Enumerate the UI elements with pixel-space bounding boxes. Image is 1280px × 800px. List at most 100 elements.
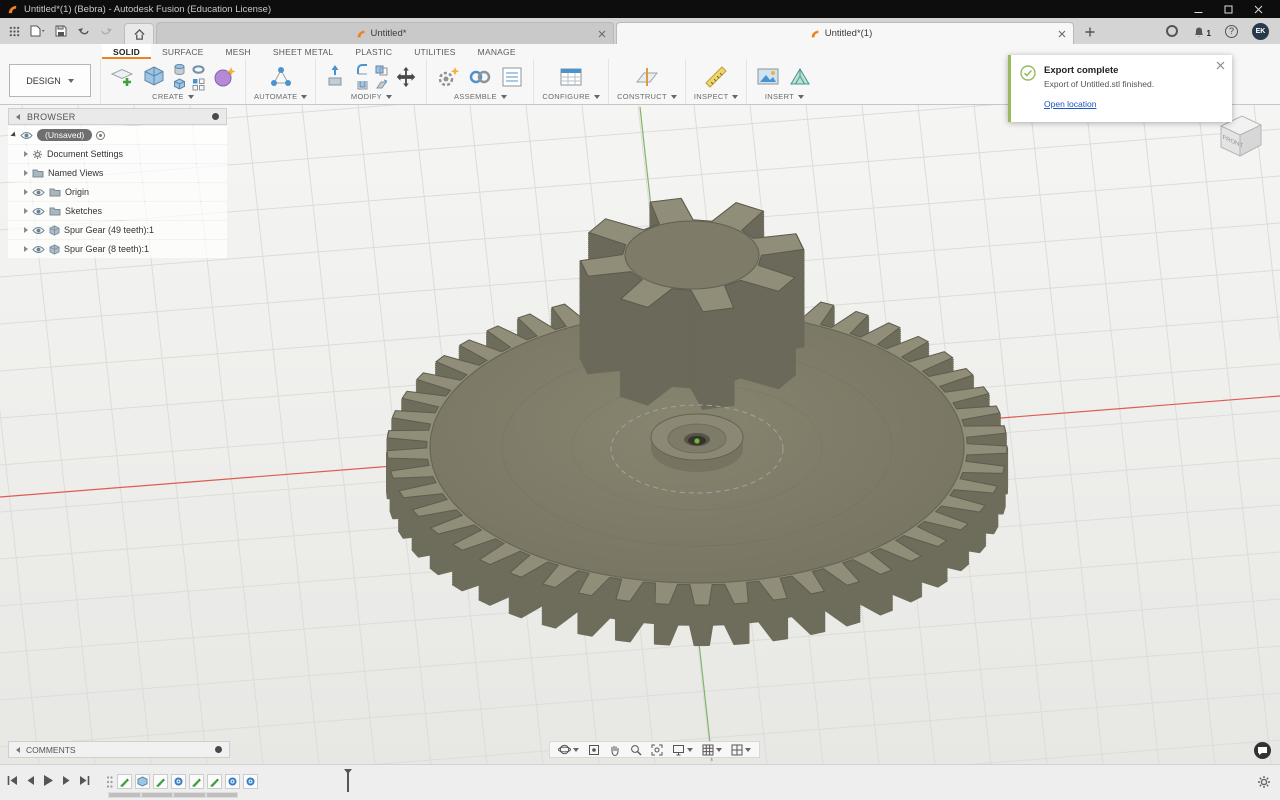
app-grid-icon[interactable] (9, 26, 20, 37)
group-label-configure[interactable]: CONFIGURE (542, 92, 600, 102)
automate-icon[interactable] (268, 64, 294, 90)
timeline-extrude-feature-icon[interactable] (135, 774, 150, 789)
tab-utilities[interactable]: UTILITIES (403, 44, 466, 59)
insert-canvas-icon[interactable] (755, 64, 781, 90)
expand-icon[interactable] (24, 170, 28, 176)
measure-icon[interactable] (703, 64, 729, 90)
activate-component-radio[interactable] (96, 131, 105, 140)
collapse-browser-icon[interactable] (16, 114, 20, 120)
undo-icon[interactable] (77, 25, 90, 37)
timeline-position-marker[interactable] (347, 771, 349, 792)
minimize-button[interactable] (1183, 0, 1213, 18)
new-tab-button[interactable] (1079, 21, 1101, 43)
pan-tool[interactable] (609, 744, 621, 756)
orbit-tool[interactable] (558, 743, 579, 756)
grid-settings[interactable] (702, 744, 722, 756)
help-icon[interactable]: ? (1225, 25, 1238, 38)
offset-face-icon[interactable] (375, 78, 388, 91)
timeline-track[interactable] (106, 771, 349, 792)
tab-mesh[interactable]: MESH (215, 44, 262, 59)
group-label-construct[interactable]: CONSTRUCT (617, 92, 677, 102)
close-button[interactable] (1243, 0, 1273, 18)
expand-icon[interactable] (24, 227, 28, 233)
visibility-eye-icon[interactable] (32, 245, 45, 254)
timeline-settings-gear-icon[interactable] (1257, 775, 1271, 789)
expand-icon[interactable] (24, 246, 28, 252)
zoom-tool[interactable] (630, 744, 642, 756)
group-label-create[interactable]: CREATE (152, 92, 194, 102)
group-label-inspect[interactable]: INSPECT (694, 92, 739, 102)
browser-header[interactable]: BROWSER (8, 108, 227, 125)
comments-bar[interactable]: COMMENTS (8, 741, 230, 758)
construction-plane-icon[interactable] (634, 64, 660, 90)
collapse-comments-icon[interactable] (16, 747, 20, 753)
document-name[interactable]: (Unsaved) (37, 129, 92, 141)
tab-surface[interactable]: SURFACE (151, 44, 215, 59)
browser-row-named-views[interactable]: Named Views (8, 164, 227, 182)
open-location-link[interactable]: Open location (1044, 99, 1096, 109)
fusion-home-tab[interactable] (124, 23, 154, 44)
timeline-drag-handle-icon[interactable] (106, 775, 114, 789)
visibility-eye-icon[interactable] (32, 207, 45, 216)
step-back-button[interactable] (26, 775, 35, 786)
timeline-gear-feature-icon[interactable] (171, 774, 186, 789)
revolve-icon[interactable] (192, 63, 205, 76)
save-icon[interactable] (55, 25, 67, 37)
visibility-eye-icon[interactable] (20, 131, 33, 140)
tab-solid[interactable]: SOLID (102, 44, 151, 59)
new-component-icon[interactable] (435, 64, 461, 90)
new-solid-icon[interactable] (141, 64, 167, 90)
press-pull-icon[interactable] (324, 64, 350, 90)
go-to-end-button[interactable] (79, 775, 90, 786)
browser-row-sketches[interactable]: Sketches (8, 202, 227, 220)
file-menu-icon[interactable] (30, 25, 45, 37)
combine-icon[interactable] (375, 63, 388, 76)
shell-icon[interactable] (356, 78, 369, 91)
browser-root-row[interactable]: (Unsaved) (8, 126, 227, 144)
move-copy-icon[interactable] (394, 65, 418, 89)
timeline-sketch-feature-icon[interactable] (189, 774, 204, 789)
play-button[interactable] (43, 774, 54, 787)
group-label-modify[interactable]: MODIFY (351, 92, 392, 102)
browser-row-origin[interactable]: Origin (8, 183, 227, 201)
workspace-selector[interactable]: DESIGN (9, 64, 91, 97)
browser-row-spur-gear-8[interactable]: Spur Gear (8 teeth):1 (8, 240, 227, 258)
timeline-sketch-feature-icon[interactable] (117, 774, 132, 789)
joint-icon[interactable] (467, 64, 493, 90)
avatar[interactable]: EK (1252, 23, 1269, 40)
toast-close-icon[interactable] (1216, 61, 1225, 70)
expand-icon[interactable] (24, 189, 28, 195)
visibility-eye-icon[interactable] (32, 188, 45, 197)
browser-row-document-settings[interactable]: Document Settings (8, 145, 227, 163)
create-sketch-icon[interactable] (109, 64, 135, 90)
timeline-sketch-feature-icon[interactable] (153, 774, 168, 789)
pattern-icon[interactable] (192, 78, 205, 91)
fit-tool[interactable] (651, 744, 663, 756)
expand-icon[interactable] (24, 151, 28, 157)
tab-plastic[interactable]: PLASTIC (344, 44, 403, 59)
display-settings[interactable] (672, 744, 693, 756)
configure-table-icon[interactable] (558, 64, 584, 90)
close-tab-icon[interactable] (598, 30, 606, 38)
document-tab-untitled[interactable]: Untitled* (156, 22, 614, 44)
look-at-tool[interactable] (588, 744, 600, 756)
comments-options-icon[interactable] (215, 746, 222, 753)
box-primitive-icon[interactable] (173, 78, 186, 91)
group-label-automate[interactable]: AUTOMATE (254, 92, 307, 102)
bom-list-icon[interactable] (499, 64, 525, 90)
cylinder-primitive-icon[interactable] (173, 63, 186, 76)
browser-row-spur-gear-49[interactable]: Spur Gear (49 teeth):1 (8, 221, 227, 239)
maximize-button[interactable] (1213, 0, 1243, 18)
insert-mesh-icon[interactable] (787, 64, 813, 90)
timeline-gear-feature-icon[interactable] (243, 774, 258, 789)
create-form-icon[interactable] (211, 64, 237, 90)
timeline-gear-feature-icon[interactable] (225, 774, 240, 789)
chat-assistant-button[interactable] (1254, 742, 1271, 759)
expand-icon[interactable] (10, 131, 17, 138)
notification-bell-icon[interactable]: 1 (1193, 25, 1211, 38)
redo-icon[interactable] (100, 25, 113, 37)
job-status-icon[interactable] (1165, 24, 1179, 38)
tab-manage[interactable]: MANAGE (467, 44, 527, 59)
close-tab-icon[interactable] (1058, 30, 1066, 38)
tab-sheet-metal[interactable]: SHEET METAL (262, 44, 344, 59)
